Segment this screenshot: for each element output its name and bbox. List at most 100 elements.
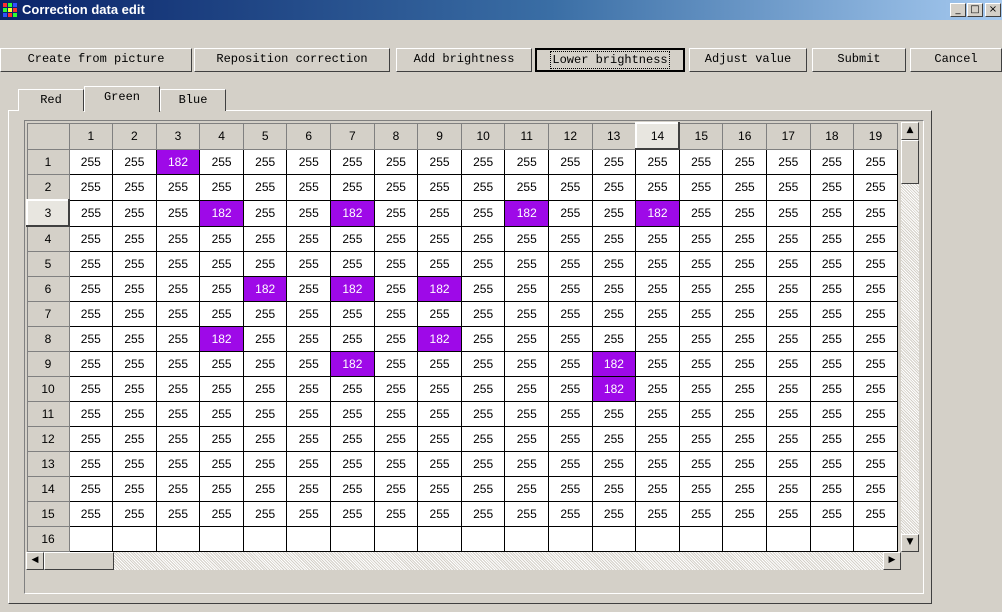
grid-cell[interactable]: 255: [722, 501, 767, 527]
grid-cell[interactable]: 255: [330, 301, 375, 327]
grid-cell[interactable]: 255: [678, 148, 724, 175]
grid-cell[interactable]: 255: [460, 251, 506, 277]
grid-cell[interactable]: 255: [373, 251, 419, 277]
grid-cell[interactable]: 255: [504, 276, 550, 302]
grid-cell[interactable]: [809, 526, 855, 552]
grid-cell[interactable]: 255: [766, 326, 811, 352]
grid-cell[interactable]: 255: [504, 451, 550, 477]
grid-cell[interactable]: 255: [155, 251, 201, 277]
cancel-button[interactable]: Cancel: [910, 48, 1002, 72]
row-header[interactable]: 1: [26, 148, 70, 175]
grid-cell[interactable]: 255: [853, 501, 898, 527]
grid-cell[interactable]: 255: [504, 501, 550, 527]
grid-cell[interactable]: 255: [417, 301, 462, 327]
grid-cell[interactable]: 255: [286, 351, 332, 377]
create-from-picture-button[interactable]: Create from picture: [0, 48, 192, 72]
grid-cell[interactable]: 255: [766, 451, 811, 477]
grid-cell[interactable]: 255: [330, 501, 375, 527]
column-header[interactable]: 19: [853, 122, 898, 150]
grid-cell[interactable]: 255: [112, 225, 157, 252]
grid-cell[interactable]: 255: [591, 451, 637, 477]
grid-cell[interactable]: 255: [591, 225, 637, 252]
grid-cell[interactable]: [417, 526, 462, 552]
grid-cell[interactable]: 255: [766, 276, 811, 302]
row-header[interactable]: 8: [26, 326, 70, 352]
submit-button[interactable]: Submit: [812, 48, 906, 72]
grid-cell[interactable]: 255: [504, 476, 550, 502]
grid-cell[interactable]: 255: [242, 501, 288, 527]
grid-cell[interactable]: 255: [460, 148, 506, 175]
grid-cell[interactable]: 255: [460, 476, 506, 502]
grid-cell[interactable]: 255: [373, 451, 419, 477]
row-header[interactable]: 12: [26, 426, 70, 452]
grid-cell[interactable]: 255: [722, 351, 767, 377]
row-header[interactable]: 6: [26, 276, 70, 302]
grid-cell[interactable]: 255: [373, 376, 419, 402]
grid-cell[interactable]: 255: [199, 174, 244, 201]
grid-cell[interactable]: 255: [853, 351, 898, 377]
grid-cell[interactable]: 255: [460, 376, 506, 402]
grid-cell[interactable]: 255: [68, 276, 114, 302]
grid-cell[interactable]: 255: [112, 351, 157, 377]
grid-cell[interactable]: 255: [766, 148, 811, 175]
grid-cell[interactable]: 255: [373, 501, 419, 527]
grid-cell[interactable]: 255: [766, 376, 811, 402]
grid-cell[interactable]: 255: [853, 476, 898, 502]
row-header[interactable]: 3: [26, 199, 70, 227]
grid-cell[interactable]: 255: [766, 251, 811, 277]
grid-cell[interactable]: 255: [678, 501, 724, 527]
grid-cell[interactable]: 255: [68, 251, 114, 277]
maximize-button[interactable]: □: [967, 3, 983, 17]
grid-cell[interactable]: 255: [722, 148, 767, 175]
row-header[interactable]: 2: [26, 174, 70, 201]
grid-cell[interactable]: 255: [853, 148, 898, 175]
grid-cell[interactable]: 255: [112, 326, 157, 352]
grid-cell[interactable]: 255: [68, 376, 114, 402]
grid-cell[interactable]: 255: [286, 326, 332, 352]
scroll-up-icon[interactable]: ▲: [901, 122, 919, 140]
grid-cell[interactable]: 255: [722, 476, 767, 502]
grid-cell[interactable]: 182: [199, 199, 244, 227]
column-header[interactable]: 3: [155, 122, 201, 150]
grid-cell[interactable]: 255: [286, 376, 332, 402]
grid-cell[interactable]: 255: [678, 376, 724, 402]
grid-cell[interactable]: 255: [286, 276, 332, 302]
grid-cell[interactable]: 255: [373, 476, 419, 502]
grid-cell[interactable]: 255: [155, 225, 201, 252]
grid-cell[interactable]: [548, 526, 593, 552]
grid-cell[interactable]: 255: [722, 376, 767, 402]
adjust-value-button[interactable]: Adjust value: [689, 48, 807, 72]
grid-cell[interactable]: 182: [591, 376, 637, 402]
grid-cell[interactable]: 182: [330, 276, 375, 302]
grid-cell[interactable]: 255: [68, 326, 114, 352]
grid-cell[interactable]: 255: [373, 225, 419, 252]
grid-cell[interactable]: 255: [548, 351, 593, 377]
grid-cell[interactable]: 255: [199, 401, 244, 427]
grid-cell[interactable]: 255: [809, 376, 855, 402]
column-header[interactable]: 1: [68, 122, 114, 150]
grid-cell[interactable]: 255: [722, 199, 767, 227]
grid-cell[interactable]: 255: [635, 426, 680, 452]
row-header[interactable]: 14: [26, 476, 70, 502]
row-header[interactable]: 7: [26, 301, 70, 327]
grid-cell[interactable]: 255: [809, 326, 855, 352]
tab-green[interactable]: Green: [84, 86, 160, 112]
grid-cell[interactable]: 255: [155, 376, 201, 402]
column-header[interactable]: 11: [504, 122, 550, 150]
grid-cell[interactable]: 255: [417, 401, 462, 427]
grid-cell[interactable]: 255: [417, 451, 462, 477]
grid-cell[interactable]: 255: [330, 225, 375, 252]
grid-cell[interactable]: 255: [853, 426, 898, 452]
grid-cell[interactable]: 255: [548, 225, 593, 252]
grid-cell[interactable]: 255: [286, 501, 332, 527]
column-header[interactable]: 13: [591, 122, 637, 150]
grid-cell[interactable]: 255: [548, 148, 593, 175]
grid-cell[interactable]: 255: [853, 199, 898, 227]
grid-cell[interactable]: 255: [460, 426, 506, 452]
grid-cell[interactable]: 255: [722, 174, 767, 201]
grid-cell[interactable]: 255: [68, 451, 114, 477]
grid-cell[interactable]: 255: [635, 225, 680, 252]
grid-cell[interactable]: 255: [766, 225, 811, 252]
grid-cell[interactable]: [853, 526, 898, 552]
row-header[interactable]: 11: [26, 401, 70, 427]
